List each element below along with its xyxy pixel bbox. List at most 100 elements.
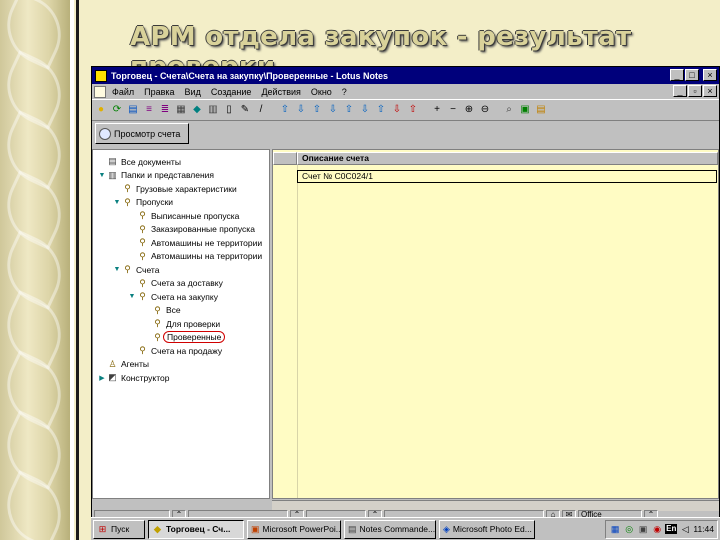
edit-icon[interactable]: ✎ bbox=[238, 103, 252, 117]
refresh-icon[interactable]: ⟳ bbox=[110, 103, 124, 117]
nav-item[interactable]: ⚲ Грузовые характеристики bbox=[112, 182, 237, 195]
system-tray: ▦ ◎ ▣ ◉ En ◁ 11:44 bbox=[605, 519, 718, 539]
nav-item[interactable]: ▤ Все документы bbox=[97, 155, 181, 168]
tray-icon[interactable]: ◉ bbox=[651, 523, 663, 535]
column-header-invoice-description[interactable]: Описание счета bbox=[297, 152, 718, 165]
down-arrow-icon[interactable]: ⇩ bbox=[358, 103, 372, 117]
expanded-twisty-icon[interactable]: ▼ bbox=[112, 266, 122, 273]
up-arrow-icon[interactable]: ⇧ bbox=[342, 103, 356, 117]
menu-create[interactable]: Создание bbox=[211, 87, 252, 97]
new-document-icon[interactable]: ▯ bbox=[222, 103, 236, 117]
up-arrow-icon[interactable]: ⇧ bbox=[310, 103, 324, 117]
nav-item[interactable]: ▼ ⚲ Счета на закупку bbox=[127, 290, 218, 303]
ruler-icon[interactable]: ▤ bbox=[126, 103, 140, 117]
menu-view[interactable]: Вид bbox=[185, 87, 201, 97]
notes-icon[interactable]: ▤ bbox=[534, 103, 548, 117]
speaker-icon[interactable]: ◁ bbox=[679, 523, 691, 535]
italic-icon[interactable]: / bbox=[254, 103, 268, 117]
nav-item-label: Счета на закупку bbox=[151, 291, 218, 302]
nav-item[interactable]: ▼ ⚲ Счета bbox=[112, 263, 160, 276]
design-icon: ◩ bbox=[108, 372, 117, 382]
globe-icon[interactable]: ◆ bbox=[190, 103, 204, 117]
divider bbox=[76, 0, 79, 540]
properties-icon[interactable]: ▦ bbox=[174, 103, 188, 117]
mdi-restore-button[interactable]: ▫ bbox=[688, 85, 702, 97]
down-arrow-icon[interactable]: ⇩ bbox=[326, 103, 340, 117]
collapsed-twisty-icon[interactable]: ▶ bbox=[97, 374, 107, 382]
nav-item[interactable]: ▼ ▥ Папки и представления bbox=[97, 169, 215, 182]
nav-item[interactable]: ⚲ Счета за доставку bbox=[127, 277, 223, 290]
up-arrow-icon[interactable]: ⇧ bbox=[374, 103, 388, 117]
nav-item[interactable]: ⚲ Проверенные bbox=[142, 331, 226, 344]
nav-item-label: Конструктор bbox=[121, 372, 170, 383]
tray-icon[interactable]: ▦ bbox=[609, 523, 621, 535]
minimize-button[interactable]: _ bbox=[670, 69, 684, 81]
search-icon[interactable]: ⌕ bbox=[502, 103, 516, 117]
document-icon[interactable] bbox=[94, 85, 106, 98]
taskbar-task-photo-editor[interactable]: ◈ Microsoft Photo Ed... bbox=[439, 519, 535, 539]
view-invoice-button[interactable]: Просмотр счета bbox=[95, 123, 189, 144]
unread-down-icon[interactable]: ⇩ bbox=[390, 103, 404, 117]
view-icon: ⚲ bbox=[154, 304, 161, 315]
up-arrow-icon[interactable]: ⇧ bbox=[278, 103, 292, 117]
nav-item-label: Автомашины не территории bbox=[151, 237, 263, 248]
taskbar-task-notes-commander[interactable]: ▤ Notes Commande... bbox=[344, 519, 436, 539]
maximize-button[interactable]: □ bbox=[685, 69, 699, 81]
window-title: Торговец - Счета\Счета на закупку\Провер… bbox=[111, 70, 389, 81]
menu-file[interactable]: Файл bbox=[112, 87, 134, 97]
menu-actions[interactable]: Действия bbox=[261, 87, 300, 97]
view-column-header: Описание счета bbox=[273, 152, 718, 165]
menu-edit[interactable]: Правка bbox=[144, 87, 174, 97]
nav-item[interactable]: ⚲ Автомашины не территории bbox=[127, 236, 262, 249]
print-icon[interactable]: ▥ bbox=[206, 103, 220, 117]
view-invoice-label: Просмотр счета bbox=[114, 128, 181, 139]
down-arrow-icon[interactable]: ⇩ bbox=[294, 103, 308, 117]
document-row[interactable]: Счет № C0C024/1 bbox=[297, 170, 717, 183]
taskbar-task-powerpoint[interactable]: ▣ Microsoft PowerPoi... bbox=[247, 519, 341, 539]
expand-all-icon[interactable]: ⊕ bbox=[462, 103, 476, 117]
mdi-minimize-button[interactable]: _ bbox=[673, 85, 687, 97]
expanded-twisty-icon[interactable]: ▼ bbox=[127, 293, 137, 300]
expanded-twisty-icon[interactable]: ▼ bbox=[97, 172, 107, 179]
nav-item[interactable]: ♙ Агенты bbox=[97, 358, 149, 371]
nav-item-label: Агенты bbox=[121, 359, 150, 369]
nav-item-label: Папки и представления bbox=[121, 170, 215, 180]
navigation-pane: ▤ Все документы ▼ ▥ Папки и представления ⚲ Гр… bbox=[92, 149, 270, 499]
nav-item-label: Проверенные bbox=[163, 331, 226, 343]
mdi-close-button[interactable]: × bbox=[703, 85, 717, 97]
expanded-twisty-icon[interactable]: ▼ bbox=[112, 199, 122, 206]
lotus-notes-icon[interactable] bbox=[95, 69, 107, 82]
window-titlebar[interactable]: Торговец - Счета\Счета на закупку\Провер… bbox=[92, 67, 719, 84]
language-indicator[interactable]: En bbox=[665, 524, 678, 534]
views-icon: ▥ bbox=[108, 169, 117, 180]
nav-item-label: Заказированные пропуска bbox=[151, 224, 255, 234]
format-icon[interactable]: ≣ bbox=[158, 103, 172, 117]
nav-item-label: Счета bbox=[136, 264, 160, 275]
nav-item[interactable]: ⚲ Счета на продажу bbox=[127, 344, 222, 357]
collapse-icon[interactable]: − bbox=[446, 103, 460, 117]
close-button[interactable]: × bbox=[703, 69, 717, 81]
lightbulb-icon[interactable]: ● bbox=[94, 103, 108, 117]
database-icon[interactable]: ▣ bbox=[518, 103, 532, 117]
expand-icon[interactable]: + bbox=[430, 103, 444, 117]
start-button[interactable]: ⊞ Пуск bbox=[93, 519, 145, 539]
divider bbox=[70, 0, 74, 540]
tray-icon[interactable]: ◎ bbox=[623, 523, 635, 535]
nav-item[interactable]: ⚲ Заказированные пропуска bbox=[127, 223, 255, 236]
collapse-all-icon[interactable]: ⊖ bbox=[478, 103, 492, 117]
nav-item[interactable]: ▼ ⚲ Пропуски bbox=[112, 196, 174, 209]
format-icon[interactable]: ≡ bbox=[142, 103, 156, 117]
taskbar-task-notes[interactable]: ◆ Торговец - Сч... bbox=[148, 519, 244, 539]
menu-help[interactable]: ? bbox=[342, 87, 347, 97]
nav-item[interactable]: ▶ ◩ Конструктор bbox=[97, 371, 169, 384]
nav-item[interactable]: ⚲ Все bbox=[142, 304, 180, 317]
task-label: Notes Commande... bbox=[359, 524, 436, 534]
nav-item[interactable]: ⚲ Для проверки bbox=[142, 317, 220, 330]
tray-icon[interactable]: ▣ bbox=[637, 523, 649, 535]
nav-item[interactable]: ⚲ Автомашины на территории bbox=[127, 250, 262, 263]
nav-item[interactable]: ⚲ Выписанные пропуска bbox=[127, 209, 239, 222]
nav-item-label: Для проверки bbox=[166, 318, 221, 329]
menu-window[interactable]: Окно bbox=[311, 87, 332, 97]
clock: 11:44 bbox=[693, 524, 714, 534]
unread-up-icon[interactable]: ⇧ bbox=[406, 103, 420, 117]
